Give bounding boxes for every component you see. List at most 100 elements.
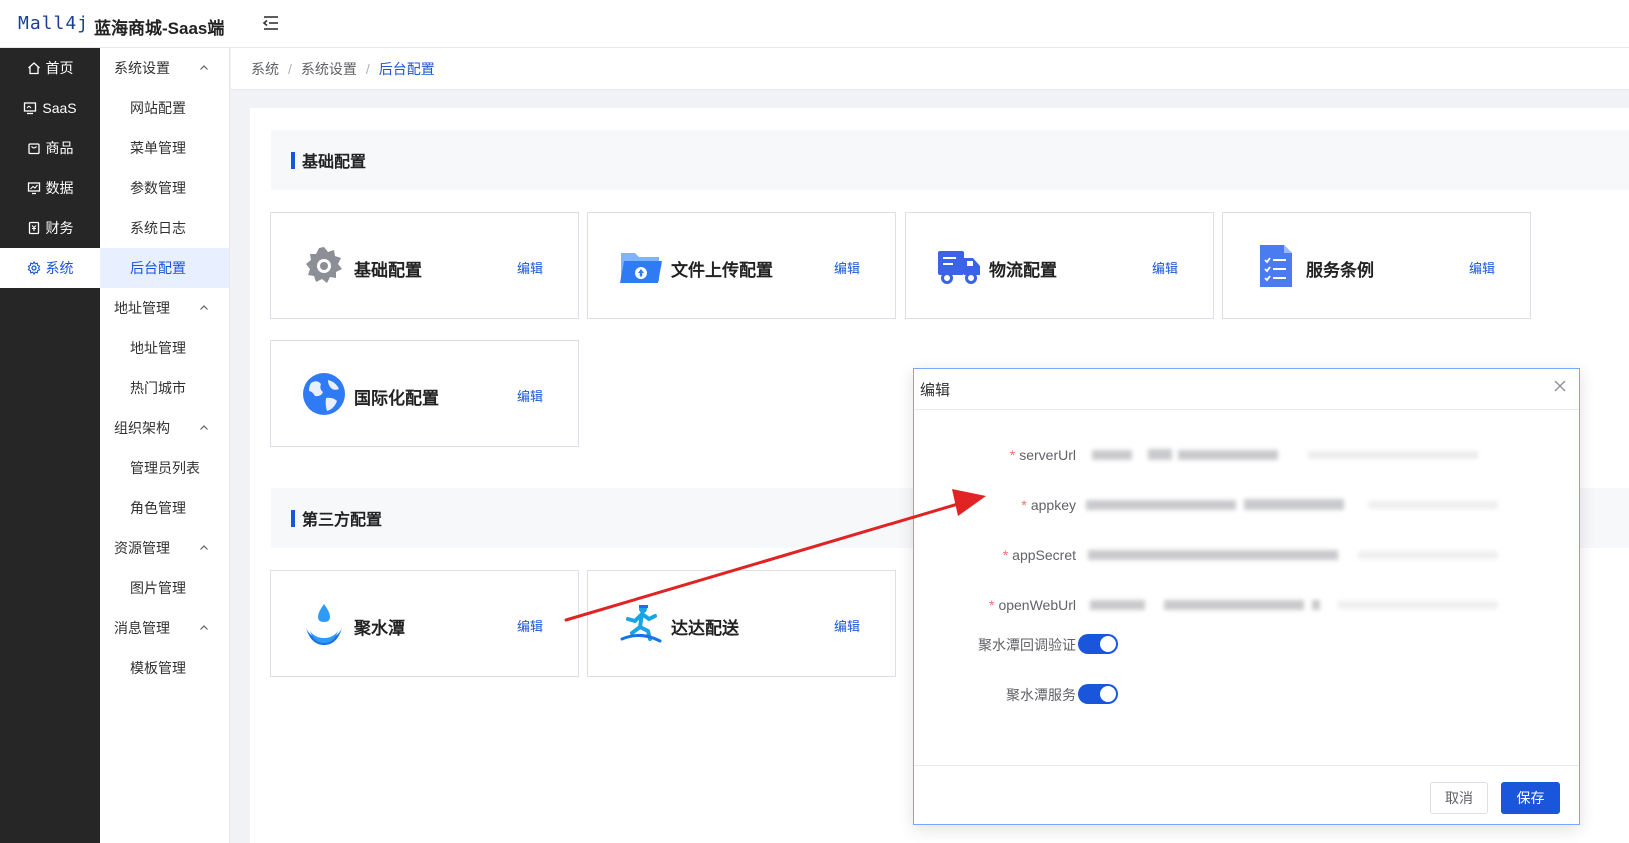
monitor-icon bbox=[24, 102, 37, 115]
subnav-group-system-settings[interactable]: 系统设置 bbox=[100, 48, 229, 88]
chevron-up-icon bbox=[200, 65, 208, 70]
subnav-group-label: 消息管理 bbox=[114, 620, 170, 636]
nav-item-system[interactable]: 系统 bbox=[0, 248, 100, 288]
globe-icon bbox=[303, 373, 345, 415]
edit-link[interactable]: 编辑 bbox=[834, 616, 860, 635]
toggle-knob bbox=[1100, 686, 1116, 702]
blurred-value bbox=[1078, 437, 1508, 473]
folder-upload-icon bbox=[620, 253, 662, 283]
nav-item-products[interactable]: 商品 bbox=[0, 128, 100, 168]
logo: Mall4j bbox=[18, 13, 90, 34]
chevron-up-icon bbox=[200, 625, 208, 630]
server-url-input[interactable] bbox=[1078, 437, 1508, 473]
gear-icon bbox=[306, 247, 342, 283]
nav-item-saas[interactable]: SaaS bbox=[0, 88, 100, 128]
edit-link[interactable]: 编辑 bbox=[517, 386, 543, 405]
section-accent-bar bbox=[291, 509, 295, 527]
edit-link[interactable]: 编辑 bbox=[1469, 258, 1495, 277]
section-title: 第三方配置 bbox=[302, 512, 383, 529]
card-title: 达达配送 bbox=[671, 619, 739, 638]
dialog-footer-divider bbox=[914, 765, 1579, 766]
subnav-group-label: 地址管理 bbox=[114, 300, 170, 316]
subnav-item-system-log[interactable]: 系统日志 bbox=[100, 208, 229, 248]
breadcrumb-item[interactable]: 系统设置 bbox=[301, 59, 357, 79]
chevron-up-icon bbox=[200, 425, 208, 430]
edit-dialog: 编辑 * serverUrl * appkey * appSecret * openWe… bbox=[913, 368, 1580, 825]
subnav-group-messages[interactable]: 消息管理 bbox=[100, 608, 229, 648]
nav-item-label: 首页 bbox=[45, 60, 74, 76]
callback-verify-label: 聚水潭回调验证 bbox=[978, 637, 1076, 653]
subnav-item-address-manage[interactable]: 地址管理 bbox=[100, 328, 229, 368]
home-icon bbox=[27, 62, 40, 75]
subnav-item-image-manage[interactable]: 图片管理 bbox=[100, 568, 229, 608]
chevron-up-icon bbox=[200, 305, 208, 310]
nav-item-label: 商品 bbox=[45, 140, 74, 156]
appkey-label: * appkey bbox=[1021, 497, 1076, 513]
nav-item-label: SaaS bbox=[42, 100, 77, 116]
cancel-button[interactable]: 取消 bbox=[1430, 782, 1488, 814]
card-title: 物流配置 bbox=[989, 261, 1057, 280]
app-secret-input[interactable] bbox=[1078, 537, 1508, 573]
subnav-group-label: 资源管理 bbox=[114, 540, 170, 556]
water-drop-icon bbox=[306, 604, 342, 645]
card-service-terms: 服务条例 编辑 bbox=[1222, 212, 1531, 319]
truck-icon bbox=[938, 251, 980, 284]
card-basic-config: 基础配置 编辑 bbox=[270, 212, 579, 319]
card-title: 基础配置 bbox=[354, 261, 422, 280]
subnav-item-menu-manage[interactable]: 菜单管理 bbox=[100, 128, 229, 168]
nav-item-label: 系统 bbox=[45, 260, 74, 276]
appkey-input[interactable] bbox=[1078, 487, 1508, 523]
menu-collapse-icon[interactable] bbox=[262, 14, 280, 32]
close-icon[interactable] bbox=[1553, 379, 1567, 393]
card-jushuitan: 聚水潭 编辑 bbox=[270, 570, 579, 677]
app-title: 蓝海商城-Saas端 bbox=[94, 19, 225, 38]
service-label: 聚水潭服务 bbox=[1006, 687, 1076, 703]
ledger-icon bbox=[28, 221, 39, 235]
card-title: 国际化配置 bbox=[354, 389, 439, 408]
main-sidebar: 首页 SaaS 商品 数据 财务 系统 bbox=[0, 48, 100, 843]
edit-link[interactable]: 编辑 bbox=[517, 258, 543, 277]
subnav-item-site-config[interactable]: 网站配置 bbox=[100, 88, 229, 128]
document-list-icon bbox=[1260, 245, 1292, 287]
nav-item-label: 财务 bbox=[45, 220, 74, 236]
nav-item-finance[interactable]: 财务 bbox=[0, 208, 100, 248]
card-upload-config: 文件上传配置 编辑 bbox=[587, 212, 896, 319]
callback-verify-toggle[interactable] bbox=[1078, 634, 1118, 654]
app-secret-label: * appSecret bbox=[1002, 547, 1076, 563]
required-mark: * bbox=[1002, 547, 1009, 563]
card-title: 文件上传配置 bbox=[671, 261, 773, 280]
chevron-up-icon bbox=[200, 545, 208, 550]
required-mark: * bbox=[988, 597, 995, 613]
section-accent-bar bbox=[291, 151, 295, 169]
subnav-item-template-manage[interactable]: 模板管理 bbox=[100, 648, 229, 688]
nav-item-home[interactable]: 首页 bbox=[0, 48, 100, 88]
open-web-url-input[interactable] bbox=[1078, 587, 1508, 623]
service-toggle[interactable] bbox=[1078, 684, 1118, 704]
edit-link[interactable]: 编辑 bbox=[517, 616, 543, 635]
subnav-item-backend-config[interactable]: 后台配置 bbox=[100, 248, 229, 288]
subnav-group-label: 组织架构 bbox=[114, 420, 170, 436]
edit-link[interactable]: 编辑 bbox=[834, 258, 860, 277]
subnav-item-admin-list[interactable]: 管理员列表 bbox=[100, 448, 229, 488]
subnav-group-address[interactable]: 地址管理 bbox=[100, 288, 229, 328]
sub-sidebar: 系统设置 网站配置 菜单管理 参数管理 系统日志 后台配置 地址管理 地址管理 … bbox=[100, 48, 230, 843]
bag-icon bbox=[27, 143, 40, 155]
chart-icon bbox=[27, 182, 40, 195]
nav-item-label: 数据 bbox=[45, 180, 74, 196]
dialog-header-divider bbox=[914, 409, 1579, 410]
subnav-group-resources[interactable]: 资源管理 bbox=[100, 528, 229, 568]
subnav-item-hot-cities[interactable]: 热门城市 bbox=[100, 368, 229, 408]
subnav-item-role-manage[interactable]: 角色管理 bbox=[100, 488, 229, 528]
breadcrumb-item[interactable]: 系统 bbox=[251, 59, 279, 79]
save-button[interactable]: 保存 bbox=[1501, 782, 1560, 814]
breadcrumb: 系统 / 系统设置 / 后台配置 bbox=[231, 48, 1629, 90]
subnav-group-organization[interactable]: 组织架构 bbox=[100, 408, 229, 448]
section-title: 基础配置 bbox=[302, 154, 367, 171]
subnav-item-param-manage[interactable]: 参数管理 bbox=[100, 168, 229, 208]
breadcrumb-separator: / bbox=[288, 60, 292, 77]
breadcrumb-current: 后台配置 bbox=[378, 60, 435, 77]
toggle-knob bbox=[1100, 636, 1116, 652]
nav-item-data[interactable]: 数据 bbox=[0, 168, 100, 208]
required-mark: * bbox=[1009, 447, 1016, 463]
edit-link[interactable]: 编辑 bbox=[1152, 258, 1178, 277]
